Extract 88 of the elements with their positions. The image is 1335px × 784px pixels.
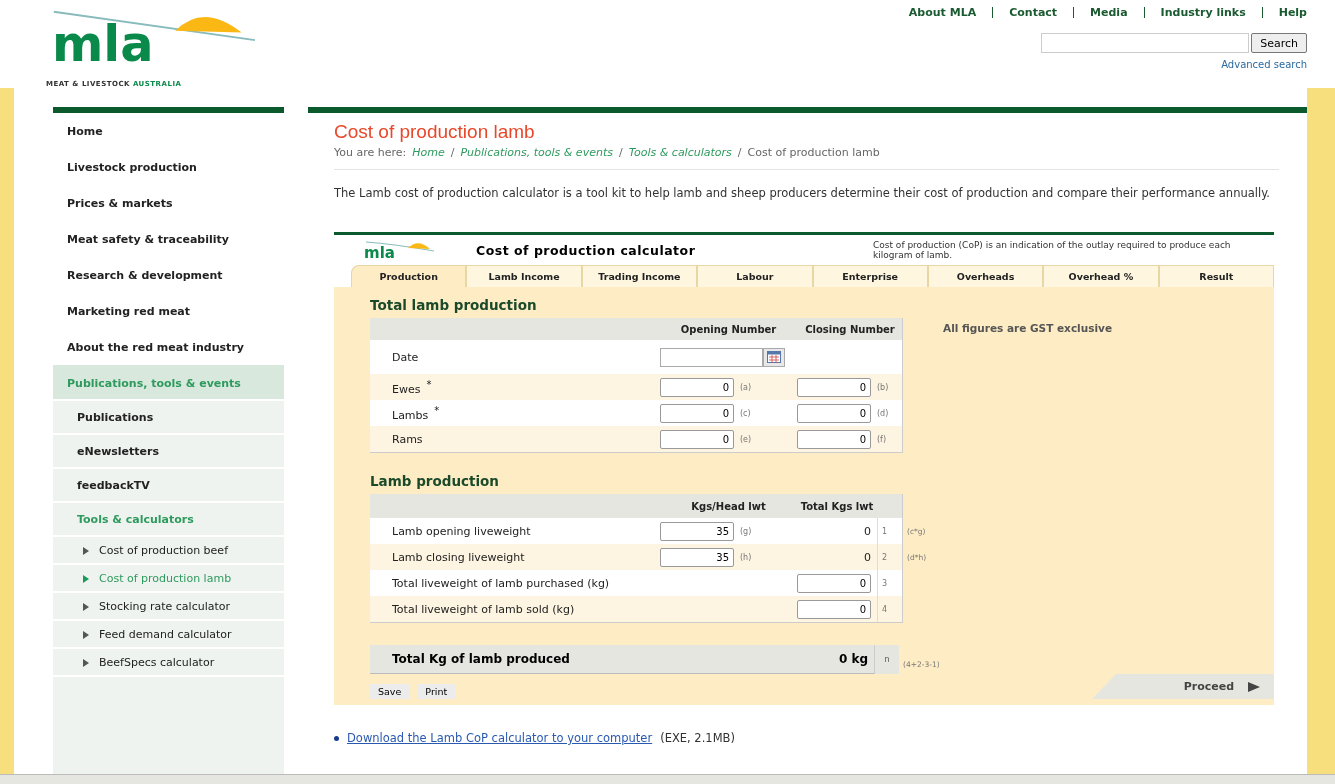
tab[interactable]: Production [351, 265, 467, 287]
date-field[interactable] [660, 347, 763, 367]
breadcrumb-link[interactable]: Home [412, 146, 445, 159]
intro-text: The Lamb cost of production calculator is a tool kit to help lamb and sheep producers determine their cost of production and compare their performance annually. [334, 185, 1271, 202]
total-value: 0 kg [838, 652, 868, 666]
column-header: Kgs/Head lwt [690, 501, 767, 511]
row-label: Lamb opening liveweight [391, 524, 532, 538]
breadcrumb-label: You are here: [334, 146, 407, 159]
calendar-button[interactable] [763, 347, 785, 367]
number-field[interactable]: 0 [660, 377, 734, 397]
search-field[interactable] [1041, 33, 1250, 53]
tab[interactable]: Lamb Income [466, 265, 582, 287]
top-nav-link[interactable]: Help [1278, 6, 1307, 19]
field-code: (h) [740, 552, 752, 562]
top-nav-link[interactable]: Contact [1009, 6, 1058, 19]
nav-link[interactable]: Prices & markets [53, 185, 284, 221]
nav-link[interactable]: About the red meat industry [53, 329, 284, 365]
column-header: Closing Number [804, 324, 896, 334]
line-number: n [874, 645, 899, 674]
number-field[interactable]: 0 [797, 599, 871, 619]
download-link[interactable]: Download the Lamb CoP calculator to your computer [347, 731, 653, 745]
total-value: 0 [863, 550, 872, 564]
row-label: Lamb closing liveweight [391, 550, 526, 564]
nav-link[interactable]: Livestock production [53, 149, 284, 185]
number-field[interactable]: 0 [660, 429, 734, 449]
section-title: Lamb production [370, 473, 500, 489]
nav-link[interactable]: Research & development [53, 257, 284, 293]
total-value: 0 [863, 524, 872, 538]
triangle-icon [83, 631, 89, 639]
form-button[interactable]: Print [417, 684, 456, 699]
nav-link[interactable]: Marketing red meat [53, 293, 284, 329]
form-button[interactable]: Save [370, 684, 410, 699]
number-field[interactable]: 0 [797, 403, 871, 423]
triangle-icon [83, 575, 89, 583]
calculator-title: Cost of production calculator [476, 242, 696, 258]
file-info: (EXE, 2.1MB) [660, 731, 735, 745]
tab[interactable]: Labour [697, 265, 813, 287]
mla-logo: mla [46, 6, 276, 80]
row-label: Total liveweight of lamb purchased (kg) [391, 576, 611, 590]
field-code: (c) [740, 408, 751, 418]
triangle-icon [83, 603, 89, 611]
number-field[interactable]: 35 [660, 521, 734, 541]
breadcrumb-separator: / [618, 146, 623, 159]
nav-link[interactable]: Meat safety & traceability [53, 221, 284, 257]
row-label: Total liveweight of lamb sold (kg) [391, 602, 576, 616]
number-field[interactable]: 0 [660, 403, 734, 423]
advanced-search-link[interactable]: Advanced search [1221, 59, 1307, 70]
tab[interactable]: Enterprise [812, 265, 928, 287]
field-code: (a) [740, 382, 752, 392]
line-number: 4 [877, 596, 903, 622]
play-icon [1248, 681, 1260, 692]
breadcrumb-separator: / [450, 146, 455, 159]
mla-logo: mla [364, 239, 436, 261]
tab[interactable]: Trading Income [581, 265, 698, 287]
breadcrumb-link[interactable]: Tools & calculators [628, 146, 732, 159]
field-code: (d) [877, 408, 889, 418]
top-nav-link[interactable]: Industry links [1160, 6, 1246, 19]
row-label: Date [391, 350, 420, 364]
triangle-icon [83, 547, 89, 555]
bullet-icon [334, 735, 339, 741]
field-code: (g) [740, 526, 752, 536]
triangle-icon [83, 659, 89, 667]
column-header: Total Kgs lwt [799, 501, 875, 511]
search-button[interactable]: Search [1251, 33, 1307, 53]
top-nav-link[interactable]: Media [1090, 6, 1128, 19]
tab[interactable]: Overhead % [1043, 265, 1159, 287]
number-field[interactable]: 35 [660, 547, 734, 567]
tab[interactable]: Result [1158, 265, 1274, 287]
top-nav-link[interactable]: About MLA [908, 6, 977, 19]
number-field[interactable]: 0 [797, 377, 871, 397]
total-label: Total Kg of lamb produced [392, 652, 570, 666]
tab[interactable]: Overheads [927, 265, 1044, 287]
breadcrumb-link[interactable]: Publications, tools & events [460, 146, 613, 159]
nav-link[interactable]: Home [53, 113, 284, 149]
field-code: (b) [877, 382, 889, 392]
section-title: Total lamb production [370, 297, 538, 313]
number-field[interactable]: 0 [797, 573, 871, 593]
breadcrumb-current: Cost of production lamb [747, 146, 880, 159]
proceed-button[interactable]: Proceed [1092, 674, 1274, 699]
breadcrumb-separator: / [737, 146, 742, 159]
gst-note: All figures are GST exclusive [943, 322, 1112, 336]
field-code: (f) [877, 434, 887, 444]
calculator-note: Cost of production (CoP) is an indication of the outlay required to produce each kilogram of lamb. [873, 240, 1232, 260]
field-code: (e) [740, 434, 752, 444]
number-field[interactable]: 0 [797, 429, 871, 449]
column-header: Opening Number [679, 324, 778, 334]
row-label: Rams [391, 432, 424, 446]
page-title: Cost of production lamb [334, 121, 536, 143]
